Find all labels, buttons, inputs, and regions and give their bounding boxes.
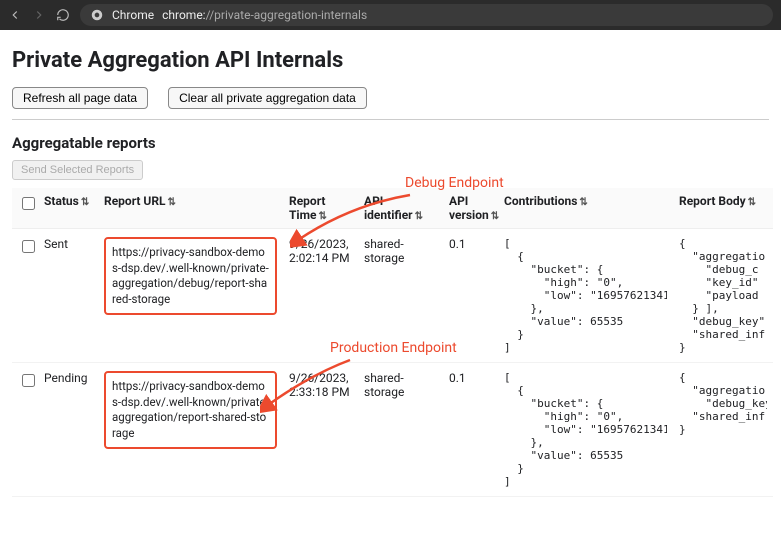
forward-icon[interactable] (32, 8, 46, 22)
time-cell: 9/26/2023, 2:02:14 PM (283, 229, 358, 363)
reports-table: Status⇅ Report URL⇅ Report Time⇅ API ide… (12, 188, 773, 497)
page-title: Private Aggregation API Internals (12, 48, 769, 73)
back-icon[interactable] (8, 8, 22, 22)
sort-icon: ⇅ (168, 197, 176, 208)
body-cell: { "aggregatio "debug_c "key_id" "payload… (679, 237, 767, 354)
row-checkbox[interactable] (22, 374, 35, 387)
api-id-cell: shared-storage (358, 363, 443, 497)
status-cell: Pending (38, 363, 98, 497)
table-row: Sent https://privacy-sandbox-demos-dsp.d… (12, 229, 773, 363)
contributions-cell: [ { "bucket": { "high": "0", "low": "169… (504, 371, 667, 488)
table-row: Pending https://privacy-sandbox-demos-ds… (12, 363, 773, 497)
col-time[interactable]: Report Time⇅ (283, 188, 358, 229)
time-cell: 9/26/2023, 2:33:18 PM (283, 363, 358, 497)
send-selected-button: Send Selected Reports (12, 160, 143, 180)
select-all-checkbox[interactable] (22, 197, 35, 210)
sort-icon: ⇅ (491, 211, 499, 222)
browser-toolbar: Chrome chrome://private-aggregation-inte… (0, 0, 781, 30)
col-api-ver[interactable]: API version⇅ (443, 188, 498, 229)
col-body[interactable]: Report Body⇅ (673, 188, 773, 229)
section-title: Aggregatable reports (12, 134, 769, 152)
refresh-button[interactable]: Refresh all page data (12, 87, 148, 109)
sort-icon: ⇅ (415, 211, 423, 222)
url-scheme: chrome: (162, 8, 205, 22)
divider (12, 119, 769, 120)
chrome-icon (90, 8, 104, 22)
col-api-id[interactable]: API identifier⇅ (358, 188, 443, 229)
api-ver-cell: 0.1 (443, 363, 498, 497)
report-url-debug: https://privacy-sandbox-demos-dsp.dev/.w… (104, 237, 277, 315)
body-cell: { "aggregatio "debug_key" "shared_inf } (679, 371, 767, 436)
browser-name: Chrome (112, 8, 154, 22)
col-status[interactable]: Status⇅ (38, 188, 98, 229)
report-url-prod: https://privacy-sandbox-demos-dsp.dev/.w… (104, 371, 277, 449)
clear-data-button[interactable]: Clear all private aggregation data (168, 87, 367, 109)
contributions-cell: [ { "bucket": { "high": "0", "low": "169… (504, 237, 667, 354)
reload-icon[interactable] (56, 8, 70, 22)
status-cell: Sent (38, 229, 98, 363)
api-ver-cell: 0.1 (443, 229, 498, 363)
sort-icon: ⇅ (81, 197, 89, 208)
address-bar[interactable]: Chrome chrome://private-aggregation-inte… (80, 4, 773, 26)
sort-icon: ⇅ (579, 197, 587, 208)
sort-icon: ⇅ (319, 211, 327, 222)
api-id-cell: shared-storage (358, 229, 443, 363)
col-contrib[interactable]: Contributions⇅ (498, 188, 673, 229)
sort-icon: ⇅ (748, 197, 756, 208)
col-url[interactable]: Report URL⇅ (98, 188, 283, 229)
row-checkbox[interactable] (22, 240, 35, 253)
url-path: //private-aggregation-internals (206, 8, 368, 22)
